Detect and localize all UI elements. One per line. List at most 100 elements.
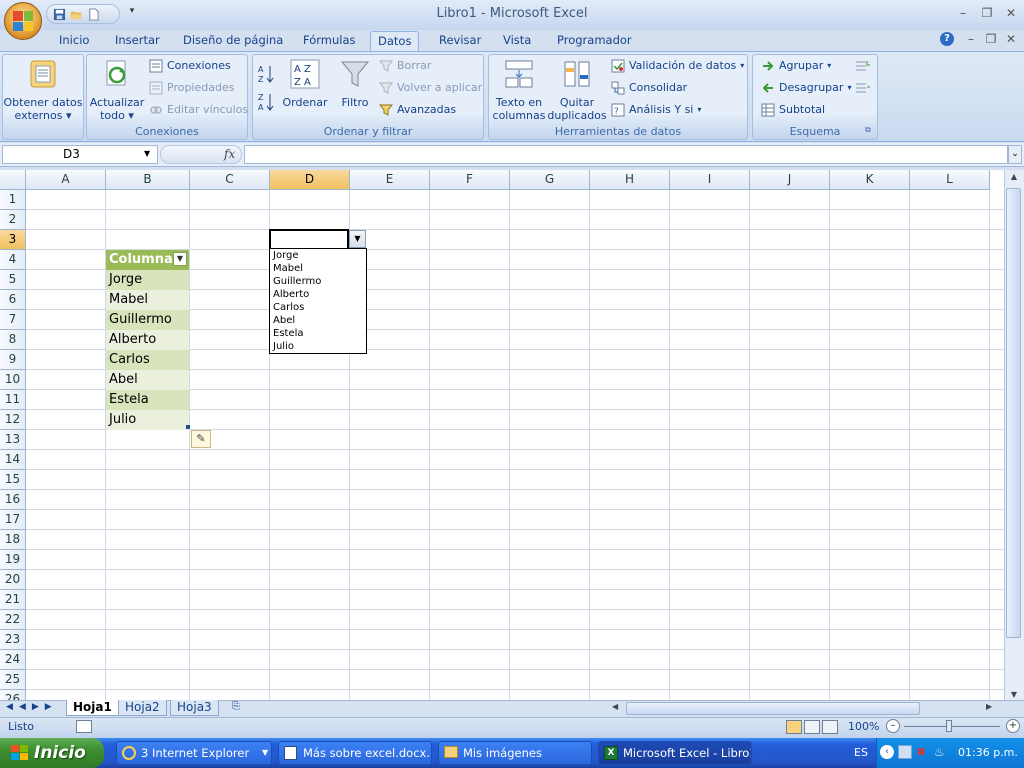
sheet-tab-hoja3[interactable]: Hoja3 [170,700,219,716]
borrar-button[interactable]: Borrar [379,57,431,75]
taskbar-item-excel[interactable]: Microsoft Excel - Libro1 [598,741,752,765]
column-header-g[interactable]: G [510,170,590,190]
name-box[interactable]: D3 [2,145,158,164]
row-header-17[interactable]: 17 [0,510,26,530]
row-header-6[interactable]: 6 [0,290,26,310]
scroll-down-icon[interactable]: ▼ [1008,690,1020,700]
conexiones-button[interactable]: Conexiones [149,57,231,75]
row-header-4[interactable]: 4 [0,250,26,270]
table-cell[interactable]: Carlos [106,350,189,370]
row-header-5[interactable]: 5 [0,270,26,290]
row-header-23[interactable]: 23 [0,630,26,650]
analisis-y-si-button[interactable]: ? Análisis Y si ▾ [611,101,701,119]
column-header-e[interactable]: E [350,170,430,190]
obtener-datos-button[interactable]: Obtener datos externos ▾ [3,59,83,122]
row-header-2[interactable]: 2 [0,210,26,230]
actualizar-todo-button[interactable]: Actualizar todo ▾ [89,59,145,122]
insert-sheet-icon[interactable]: ⎘ [226,701,246,715]
normal-view-icon[interactable] [786,720,802,734]
row-header-8[interactable]: 8 [0,330,26,350]
tab-inicio[interactable]: Inicio [52,31,96,51]
restore-button[interactable]: ❐ [980,6,994,20]
security-alert-icon[interactable]: ✖ [916,745,930,759]
zoom-slider-track[interactable] [904,726,1000,727]
column-header-i[interactable]: I [670,170,750,190]
row-header-11[interactable]: 11 [0,390,26,410]
propiedades-button[interactable]: Propiedades [149,79,234,97]
row-header-24[interactable]: 24 [0,650,26,670]
tab-revisar[interactable]: Revisar [432,31,488,51]
row-header-12[interactable]: 12 [0,410,26,430]
column-header-d[interactable]: D [270,170,350,190]
select-all-corner[interactable] [0,170,26,190]
table-cell[interactable]: Guillermo [106,310,189,330]
column-header-j[interactable]: J [750,170,830,190]
row-header-22[interactable]: 22 [0,610,26,630]
row-header-18[interactable]: 18 [0,530,26,550]
expand-formula-bar-icon[interactable]: ⌄ [1008,145,1022,164]
fill-handle[interactable] [186,425,190,429]
row-header-7[interactable]: 7 [0,310,26,330]
taskbar-item-mis-imagenes[interactable]: Mis imágenes [438,741,592,765]
validacion-datos-button[interactable]: Validación de datos ▾ [611,57,744,75]
filtro-button[interactable]: Filtro [335,59,375,109]
table-cell[interactable]: Jorge [106,270,189,290]
row-header-25[interactable]: 25 [0,670,26,690]
row-header-20[interactable]: 20 [0,570,26,590]
taskbar-item-word-doc[interactable]: Más sobre excel.docx... [278,741,432,765]
column-header-f[interactable]: F [430,170,510,190]
dropdown-option[interactable]: Julio [270,340,366,353]
column-header-h[interactable]: H [590,170,670,190]
dialog-launcher-icon[interactable]: ⧉ [865,125,875,135]
ribbon-restore-button[interactable]: ❐ [984,32,998,46]
zoom-level[interactable]: 100% [848,720,879,733]
row-header-10[interactable]: 10 [0,370,26,390]
minimize-button[interactable]: – [956,6,970,20]
insert-function-icon[interactable]: fx [224,147,235,161]
scroll-up-icon[interactable]: ▲ [1008,172,1020,182]
dropdown-option[interactable]: Carlos [270,301,366,314]
hide-detail-icon[interactable] [855,81,871,95]
table-filter-dropdown-icon[interactable]: ▼ [173,252,187,266]
scroll-left-icon[interactable]: ◀ [612,702,624,714]
row-header-19[interactable]: 19 [0,550,26,570]
worksheet-grid[interactable]: ABCDEFGHIJKL 1 2 3 4 5 6 7 8 9 10 11 12 13 14 15 16 17 18… [0,170,1004,700]
help-icon[interactable]: ? [940,32,954,46]
desagrupar-button[interactable]: Desagrupar ▾ [761,79,851,97]
macro-record-icon[interactable] [76,720,92,733]
tab-datos[interactable]: Datos [370,31,420,51]
row-header-15[interactable]: 15 [0,470,26,490]
dropdown-option[interactable]: Estela [270,327,366,340]
close-button[interactable]: ✕ [1004,6,1018,20]
table-cell[interactable]: Estela [106,390,189,410]
horizontal-scroll-thumb[interactable] [626,702,920,715]
table-cell[interactable]: Alberto [106,330,189,350]
dropdown-option[interactable]: Jorge [270,249,366,262]
table-cell[interactable]: Mabel [106,290,189,310]
formula-input[interactable] [244,145,1008,164]
column-header-c[interactable]: C [190,170,270,190]
show-detail-icon[interactable] [855,59,871,73]
row-header-14[interactable]: 14 [0,450,26,470]
network-icon[interactable] [898,745,912,759]
column-header-b[interactable]: B [106,170,190,190]
page-break-view-icon[interactable] [822,720,838,734]
row-header-1[interactable]: 1 [0,190,26,210]
taskbar-item-internet-explorer[interactable]: 3 Internet Explorer [116,741,272,765]
dropdown-option[interactable]: Alberto [270,288,366,301]
column-header-k[interactable]: K [830,170,910,190]
ribbon-minimize-button[interactable]: – [964,32,978,46]
sheet-tab-hoja1[interactable]: Hoja1 [66,700,119,716]
dropdown-option[interactable]: Abel [270,314,366,327]
vertical-scroll-thumb[interactable] [1006,188,1021,638]
language-indicator[interactable]: ES [854,746,868,759]
tab-formulas[interactable]: Fórmulas [296,31,363,51]
consolidar-button[interactable]: Consolidar [611,79,687,97]
column-header-a[interactable]: A [26,170,106,190]
sheet-tab-hoja2[interactable]: Hoja2 [118,700,167,716]
ordenar-button[interactable]: A ZZ A Ordenar [281,59,329,109]
subtotal-button[interactable]: Subtotal [761,101,825,119]
scroll-right-icon[interactable]: ▶ [986,702,998,714]
office-button[interactable] [4,2,42,40]
paste-options-icon[interactable]: ✎ [191,430,211,448]
